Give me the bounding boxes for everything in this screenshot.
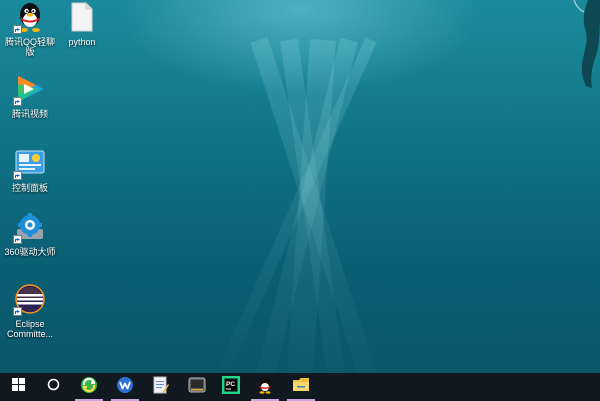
- swimmer-silhouette: [573, 0, 600, 88]
- desktop-icon-qq-light[interactable]: 腾讯QQ轻聊 版: [0, 0, 60, 57]
- desktop-icon-tencent-video[interactable]: 腾讯视频: [0, 72, 60, 119]
- taskbar-item-pycharm[interactable]: PC: [214, 373, 248, 401]
- shortcut-arrow-icon: [13, 97, 22, 106]
- taskbar-item-media-player[interactable]: [180, 373, 214, 401]
- taskbar-item-360-browser[interactable]: [72, 373, 106, 401]
- taskbar-item-notepad[interactable]: [144, 373, 178, 401]
- taskbar-item-file-explorer[interactable]: [284, 373, 318, 401]
- taskbar-item-wps[interactable]: [108, 373, 142, 401]
- desktop-icon-label: Eclipse Committe...: [6, 319, 53, 339]
- taskbar-item-qq[interactable]: [248, 373, 282, 401]
- shortcut-arrow-icon: [13, 171, 22, 180]
- tencent-video-icon: [13, 72, 47, 106]
- driver-master-icon: [13, 210, 47, 244]
- start-button[interactable]: [1, 373, 35, 401]
- desktop-icon-label: 控制面板: [11, 183, 48, 193]
- control-panel-icon: [13, 146, 47, 180]
- blank-file-icon: [65, 0, 99, 34]
- eclipse-icon: [13, 282, 47, 316]
- cortana-search-button[interactable]: [36, 373, 70, 401]
- desktop-wallpaper: 腾讯QQ轻聊 版 python 腾讯视频 控制面板 360驱动大师 Eclips…: [0, 0, 600, 373]
- svg-text:PC: PC: [226, 381, 235, 388]
- browser-360-icon: [80, 376, 98, 399]
- desktop-icon-driver-master[interactable]: 360驱动大师: [0, 210, 60, 257]
- desktop-icon-control-panel[interactable]: 控制面板: [0, 146, 60, 193]
- cortana-search-icon: [47, 378, 60, 396]
- shortcut-arrow-icon: [13, 235, 22, 244]
- desktop-icon-eclipse[interactable]: Eclipse Committe...: [0, 282, 60, 339]
- qq-penguin-icon: [13, 0, 47, 34]
- file-explorer-icon: [292, 377, 310, 397]
- desktop-icon-python[interactable]: python: [52, 0, 112, 47]
- qq-icon: [257, 376, 273, 399]
- shortcut-arrow-icon: [13, 307, 22, 316]
- desktop-icon-label: python: [68, 37, 96, 47]
- desktop-icon-label: 腾讯QQ轻聊 版: [4, 37, 55, 57]
- notepad-icon: [153, 376, 169, 399]
- media-player-icon: [188, 377, 206, 398]
- taskbar: PC: [0, 373, 600, 401]
- shortcut-arrow-icon: [13, 25, 22, 34]
- desktop-icon-label: 360驱动大师: [4, 247, 56, 257]
- desktop-icon-label: 腾讯视频: [11, 109, 48, 119]
- pycharm-icon: PC: [222, 375, 240, 399]
- wps-office-icon: [116, 376, 134, 399]
- windows-start-icon: [11, 378, 25, 396]
